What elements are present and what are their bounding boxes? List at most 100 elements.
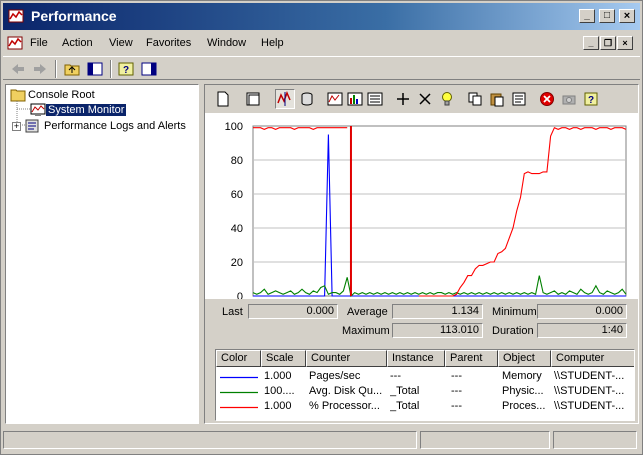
system-monitor-pane: ? 100 80 60 40 20 0 Last 0.000 Average 1.134 …	[204, 84, 639, 424]
menu-window[interactable]: Window	[207, 37, 246, 49]
view-histogram-button[interactable]	[345, 89, 365, 109]
column-header-object[interactable]: Object	[498, 350, 551, 367]
column-header-parent[interactable]: Parent	[445, 350, 498, 367]
legend-row[interactable]: 1.000 Pages/sec --- --- Memory \\STUDENT…	[216, 370, 634, 385]
status-pane-main	[3, 431, 417, 449]
y-tick-label: 0	[237, 291, 243, 299]
parent-cell: ---	[451, 400, 462, 412]
plus-icon	[397, 93, 409, 105]
scale-cell: 1.000	[264, 370, 292, 382]
new-counter-set-button[interactable]	[213, 89, 233, 109]
legend-row[interactable]: 1.000 % Processor... _Total --- Proces..…	[216, 400, 634, 415]
menu-help[interactable]: Help	[261, 37, 284, 49]
duration-label: Duration	[492, 325, 534, 337]
performance-window: Performance _ □ × File Action View Favor…	[0, 0, 643, 455]
legend-row[interactable]: 100.... Avg. Disk Qu... _Total --- Physi…	[216, 385, 634, 400]
view-current-activity-button[interactable]	[275, 89, 295, 109]
help-icon: ?	[584, 92, 598, 106]
paste-counter-list-button[interactable]	[487, 89, 507, 109]
column-header-counter[interactable]: Counter	[306, 350, 387, 367]
counter-legend[interactable]: Color Scale Counter Instance Parent Obje…	[215, 349, 635, 421]
expand-plus-icon[interactable]: +	[12, 121, 21, 131]
title-bar[interactable]: Performance _ □ ×	[3, 3, 640, 30]
mdi-minimize-button[interactable]: _	[583, 36, 599, 50]
y-tick-label: 100	[225, 121, 243, 133]
scale-cell: 1.000	[264, 400, 292, 412]
console-menu-icon[interactable]	[7, 35, 23, 51]
y-tick-label: 60	[231, 189, 243, 201]
last-value: 0.000	[248, 304, 338, 319]
log-data-icon	[301, 92, 313, 106]
console-tree[interactable]: Console Root System Monitor + Performanc	[5, 84, 199, 424]
mdi-restore-button[interactable]: ❐	[600, 36, 616, 50]
copy-icon	[468, 92, 482, 106]
color-swatch	[220, 406, 258, 409]
help-icon[interactable]: ?	[117, 60, 135, 78]
object-cell: Memory	[502, 370, 542, 382]
duration-value: 1:40	[537, 323, 627, 338]
maximize-button[interactable]: □	[599, 9, 615, 23]
back-arrow-icon[interactable]	[9, 60, 27, 78]
menu-favorites[interactable]: Favorites	[146, 37, 191, 49]
statistics-panel: Last 0.000 Average 1.134 Minimum 0.000 M…	[205, 301, 638, 345]
tree-item-performance-logs[interactable]: + Performance Logs and Alerts	[12, 118, 188, 134]
menu-bar: File Action View Favorites Window Help _…	[3, 32, 640, 54]
column-header-color[interactable]: Color	[216, 350, 261, 367]
freeze-display-button[interactable]	[537, 89, 557, 109]
minimize-button[interactable]: _	[579, 9, 595, 23]
copy-properties-button[interactable]	[465, 89, 485, 109]
view-graph-button[interactable]	[325, 89, 345, 109]
lightbulb-icon	[442, 92, 452, 106]
menu-action[interactable]: Action	[62, 37, 93, 49]
tree-item-system-monitor[interactable]: System Monitor	[30, 102, 127, 118]
performance-app-icon	[8, 9, 24, 23]
instance-cell: _Total	[390, 385, 420, 397]
performance-chart: 100 80 60 40 20 0	[225, 121, 627, 303]
highlight-button[interactable]	[437, 89, 457, 109]
color-swatch	[220, 376, 258, 379]
average-value: 1.134	[392, 304, 483, 319]
counter-cell: Pages/sec	[309, 370, 361, 382]
menu-file[interactable]: File	[30, 37, 48, 49]
show-hide-tree-icon[interactable]	[86, 60, 104, 78]
mdi-close-button[interactable]: ×	[617, 36, 633, 50]
monitor-help-button[interactable]: ?	[581, 89, 601, 109]
report-view-icon	[367, 92, 383, 106]
show-hide-action-pane-icon[interactable]	[140, 60, 158, 78]
counter-cell: Avg. Disk Qu...	[309, 385, 383, 397]
toolbar-separator	[110, 60, 112, 78]
camera-icon	[562, 95, 576, 105]
maximum-value: 113.010	[392, 323, 483, 338]
plot-frame	[252, 125, 627, 297]
object-cell: Proces...	[502, 400, 546, 412]
status-bar	[3, 429, 640, 451]
view-log-data-button[interactable]	[297, 89, 317, 109]
instance-cell: ---	[390, 370, 401, 382]
column-header-computer[interactable]: Computer	[551, 350, 634, 367]
view-report-button[interactable]	[365, 89, 385, 109]
clear-display-button[interactable]	[243, 89, 263, 109]
histogram-view-icon	[347, 92, 363, 106]
computer-cell: \\STUDENT-...	[554, 400, 625, 412]
forward-arrow-icon[interactable]	[31, 60, 49, 78]
stop-icon	[540, 92, 554, 106]
menu-view[interactable]: View	[109, 37, 133, 49]
console-toolbar: ?	[3, 56, 640, 80]
tree-item-label: Performance Logs and Alerts	[44, 120, 186, 132]
add-counter-button[interactable]	[393, 89, 413, 109]
logs-alerts-icon	[25, 119, 39, 133]
delete-counter-button[interactable]	[415, 89, 435, 109]
scale-cell: 100....	[264, 385, 295, 397]
up-one-level-icon[interactable]	[63, 60, 81, 78]
monitor-toolbar: ?	[209, 87, 635, 111]
new-document-icon	[217, 91, 229, 107]
column-header-scale[interactable]: Scale	[261, 350, 306, 367]
properties-button[interactable]	[509, 89, 529, 109]
close-button[interactable]: ×	[619, 9, 635, 23]
minimum-value: 0.000	[537, 304, 627, 319]
update-data-button[interactable]	[559, 89, 579, 109]
column-header-instance[interactable]: Instance	[387, 350, 445, 367]
color-swatch	[220, 391, 258, 394]
delete-x-icon	[419, 93, 431, 105]
tree-item-label: System Monitor	[46, 104, 127, 116]
